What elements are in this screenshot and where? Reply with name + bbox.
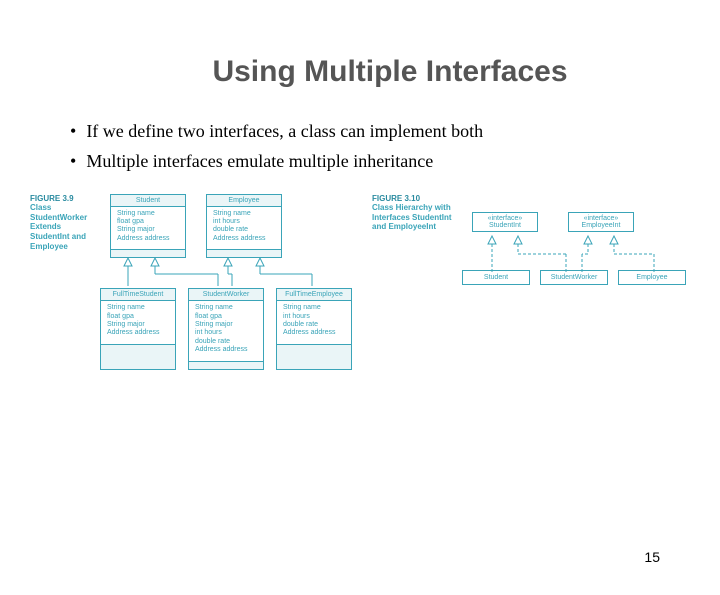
uml-attr: String major (195, 321, 257, 329)
figure-number: FIGURE 3.9 (30, 194, 100, 204)
figure-caption-text: Class Hierarchy with Interfaces StudentI… (372, 203, 462, 232)
uml-attr: int hours (195, 329, 257, 337)
figure-caption-text: Class StudentWorker Extends StudentInt a… (30, 203, 100, 251)
uml-attr: Address address (195, 346, 257, 354)
uml-attr: String name (213, 210, 275, 218)
uml-attr: float gpa (107, 313, 169, 321)
slide-title: Using Multiple Interfaces (60, 55, 720, 89)
uml-class-student: Student (462, 270, 530, 285)
uml-class-name: FullTimeEmployee (277, 289, 351, 301)
uml-class-student: Student String name float gpa String maj… (110, 194, 186, 259)
figure-3-9: FIGURE 3.9 Class StudentWorker Extends S… (30, 194, 352, 370)
uml-class-fulltimeemployee: FullTimeEmployee String name int hours d… (276, 288, 352, 369)
uml-attr: double rate (195, 338, 257, 346)
uml-class-studentworker: StudentWorker String name float gpa Stri… (188, 288, 264, 369)
uml-attr: String major (117, 226, 179, 234)
uml-class-name: StudentWorker (189, 289, 263, 301)
uml-class-studentworker: StudentWorker (540, 270, 608, 285)
bullet-dot: • (70, 119, 76, 143)
diagram-row: FIGURE 3.9 Class StudentWorker Extends S… (0, 194, 720, 370)
bullet-text: Multiple interfaces emulate multiple inh… (86, 149, 433, 173)
uml-stereotype: «interface» (477, 215, 533, 222)
uml-class-name: Employee (207, 195, 281, 207)
uml-class-employee: Employee (618, 270, 686, 285)
uml-attr: String name (283, 304, 345, 312)
bullet-dot: • (70, 149, 76, 173)
bullet-text: If we define two interfaces, a class can… (86, 119, 483, 143)
uml-attr: Address address (283, 329, 345, 337)
list-item: • Multiple interfaces emulate multiple i… (70, 149, 660, 173)
uml-attr: Address address (213, 235, 275, 243)
uml-class-name: FullTimeStudent (101, 289, 175, 301)
uml-attr: String name (117, 210, 179, 218)
figure-caption: FIGURE 3.10 Class Hierarchy with Interfa… (372, 194, 462, 370)
bullet-list: • If we define two interfaces, a class c… (70, 119, 660, 174)
figure-3-10: FIGURE 3.10 Class Hierarchy with Interfa… (372, 194, 686, 370)
uml-attr: double rate (213, 226, 275, 234)
figure-number: FIGURE 3.10 (372, 194, 462, 204)
uml-interface-name: EmployeeInt (573, 222, 629, 229)
uml-interface-name: StudentInt (477, 222, 533, 229)
uml-interface-employeeint: «interface» EmployeeInt (568, 212, 634, 232)
uml-class-name: Student (111, 195, 185, 207)
uml-attr: String name (195, 304, 257, 312)
uml-attr: String name (107, 304, 169, 312)
uml-attr: int hours (213, 218, 275, 226)
uml-attr: Address address (117, 235, 179, 243)
uml-attr: float gpa (117, 218, 179, 226)
uml-class-employee: Employee String name int hours double ra… (206, 194, 282, 259)
uml-stereotype: «interface» (573, 215, 629, 222)
list-item: • If we define two interfaces, a class c… (70, 119, 660, 143)
uml-attr: double rate (283, 321, 345, 329)
uml-class-fulltimestudent: FullTimeStudent String name float gpa St… (100, 288, 176, 369)
uml-attr: float gpa (195, 313, 257, 321)
uml-attr: String major (107, 321, 169, 329)
figure-caption: FIGURE 3.9 Class StudentWorker Extends S… (30, 194, 100, 370)
uml-interface-studentint: «interface» StudentInt (472, 212, 538, 232)
uml-attr: int hours (283, 313, 345, 321)
page-number: 15 (644, 549, 660, 565)
uml-attr: Address address (107, 329, 169, 337)
